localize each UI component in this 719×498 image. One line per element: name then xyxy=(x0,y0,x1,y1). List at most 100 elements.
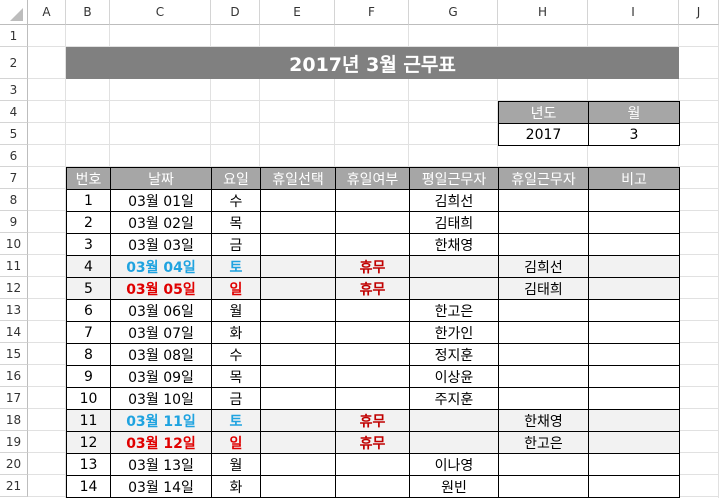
year-input[interactable]: 2017 xyxy=(498,123,589,146)
cell-note[interactable] xyxy=(588,365,680,388)
row-header-3[interactable]: 3 xyxy=(0,79,28,101)
cell-weekday-worker[interactable]: 김희선 xyxy=(409,189,499,212)
cell-holiday-select[interactable] xyxy=(260,233,336,256)
cell-weekday-worker[interactable]: 한가인 xyxy=(409,321,499,344)
row-header-1[interactable]: 1 xyxy=(0,25,28,47)
row-header-10[interactable]: 10 xyxy=(0,233,28,255)
cell-holiday-worker[interactable] xyxy=(498,211,589,234)
cell-holiday-worker[interactable]: 한채영 xyxy=(498,409,589,432)
cell-weekday-worker[interactable]: 이나영 xyxy=(409,453,499,476)
cell-note[interactable] xyxy=(588,343,680,366)
cell-note[interactable] xyxy=(588,475,680,498)
row-header-19[interactable]: 19 xyxy=(0,431,28,453)
cell-note[interactable] xyxy=(588,409,680,432)
row-header-4[interactable]: 4 xyxy=(0,101,28,123)
cell-no: 2 xyxy=(66,211,111,234)
cell-note[interactable] xyxy=(588,233,680,256)
cell-holiday-select[interactable] xyxy=(260,321,336,344)
cell-weekday-worker[interactable]: 한채영 xyxy=(409,233,499,256)
cell-note[interactable] xyxy=(588,255,680,278)
cell-holiday-select[interactable] xyxy=(260,475,336,498)
cell-date: 03월 14일 xyxy=(110,475,212,498)
cell-holiday-select[interactable] xyxy=(260,453,336,476)
cell-weekday-worker[interactable]: 이상윤 xyxy=(409,365,499,388)
cell-holiday-worker[interactable] xyxy=(498,233,589,256)
row-header-16[interactable]: 16 xyxy=(0,365,28,387)
cell-holiday-worker[interactable] xyxy=(498,321,589,344)
column-header-c[interactable]: C xyxy=(110,0,211,25)
cell-weekday-worker[interactable]: 한고은 xyxy=(409,299,499,322)
cell-note[interactable] xyxy=(588,431,680,454)
cell-holiday-select[interactable] xyxy=(260,409,336,432)
cell-date: 03월 12일 xyxy=(110,431,212,454)
cell-weekday-worker[interactable]: 원빈 xyxy=(409,475,499,498)
cell-weekday-worker[interactable] xyxy=(409,431,499,454)
column-header-g[interactable]: G xyxy=(409,0,498,25)
row-header-13[interactable]: 13 xyxy=(0,299,28,321)
cell-note[interactable] xyxy=(588,299,680,322)
cell-weekday-worker[interactable] xyxy=(409,277,499,300)
cell-holiday-worker[interactable] xyxy=(498,299,589,322)
column-header-b[interactable]: B xyxy=(66,0,110,25)
cell-note[interactable] xyxy=(588,321,680,344)
row-header-7[interactable]: 7 xyxy=(0,167,28,189)
cell-weekday-worker[interactable]: 김태희 xyxy=(409,211,499,234)
row-header-20[interactable]: 20 xyxy=(0,453,28,475)
cell-note[interactable] xyxy=(588,277,680,300)
cell-holiday-select[interactable] xyxy=(260,255,336,278)
column-header-h[interactable]: H xyxy=(498,0,588,25)
column-header-d[interactable]: D xyxy=(211,0,260,25)
cell-holiday-select[interactable] xyxy=(260,277,336,300)
cell-holiday-worker[interactable]: 김태희 xyxy=(498,277,589,300)
cell-holiday-worker[interactable]: 한고은 xyxy=(498,431,589,454)
cell-holiday-flag xyxy=(335,299,410,322)
spreadsheet: ABCDEFGHIJ 1 2 3 4 5 6 7 8 9 10 11 12 13 14 15 16 17 18 19… xyxy=(0,0,719,498)
cell-note[interactable] xyxy=(588,387,680,410)
cell-weekday-worker[interactable]: 주지훈 xyxy=(409,387,499,410)
cell-holiday-worker[interactable]: 김희선 xyxy=(498,255,589,278)
cell-holiday-select[interactable] xyxy=(260,365,336,388)
cell-holiday-worker[interactable] xyxy=(498,453,589,476)
cell-holiday-select[interactable] xyxy=(260,189,336,212)
cell-weekday-worker[interactable] xyxy=(409,255,499,278)
row-header-5[interactable]: 5 xyxy=(0,123,28,145)
cell-weekday-worker[interactable]: 정지훈 xyxy=(409,343,499,366)
row-header-18[interactable]: 18 xyxy=(0,409,28,431)
column-header-f[interactable]: F xyxy=(335,0,409,25)
row-header-6[interactable]: 6 xyxy=(0,145,28,167)
cell-note[interactable] xyxy=(588,189,680,212)
column-header-j[interactable]: J xyxy=(679,0,719,25)
cell-holiday-select[interactable] xyxy=(260,211,336,234)
column-header-i[interactable]: I xyxy=(588,0,679,25)
cell-holiday-select[interactable] xyxy=(260,431,336,454)
row-header-2[interactable]: 2 xyxy=(0,47,28,79)
row-header-14[interactable]: 14 xyxy=(0,321,28,343)
cell-date: 03월 02일 xyxy=(110,211,212,234)
row-header-17[interactable]: 17 xyxy=(0,387,28,409)
row-header-11[interactable]: 11 xyxy=(0,255,28,277)
cell-note[interactable] xyxy=(588,211,680,234)
cell-note[interactable] xyxy=(588,453,680,476)
row-header-21[interactable]: 21 xyxy=(0,475,28,497)
column-header-e[interactable]: E xyxy=(260,0,335,25)
row-header-12[interactable]: 12 xyxy=(0,277,28,299)
row-header-8[interactable]: 8 xyxy=(0,189,28,211)
cell-holiday-select[interactable] xyxy=(260,343,336,366)
month-input[interactable]: 3 xyxy=(588,123,680,146)
cell-weekday-worker[interactable] xyxy=(409,409,499,432)
cell-holiday-worker[interactable] xyxy=(498,189,589,212)
cell-holiday-worker[interactable] xyxy=(498,475,589,498)
select-all-corner[interactable] xyxy=(0,0,28,25)
column-header-a[interactable]: A xyxy=(28,0,66,25)
cell-holiday-flag xyxy=(335,211,410,234)
cell-holiday-select[interactable] xyxy=(260,387,336,410)
cell-holiday-worker[interactable] xyxy=(498,365,589,388)
cell-holiday-select[interactable] xyxy=(260,299,336,322)
cell-holiday-flag: 휴무 xyxy=(335,431,410,454)
row-header-9[interactable]: 9 xyxy=(0,211,28,233)
row-header-15[interactable]: 15 xyxy=(0,343,28,365)
cell-day: 토 xyxy=(211,255,261,278)
cell-holiday-worker[interactable] xyxy=(498,343,589,366)
cell-holiday-worker[interactable] xyxy=(498,387,589,410)
cell-no: 6 xyxy=(66,299,111,322)
